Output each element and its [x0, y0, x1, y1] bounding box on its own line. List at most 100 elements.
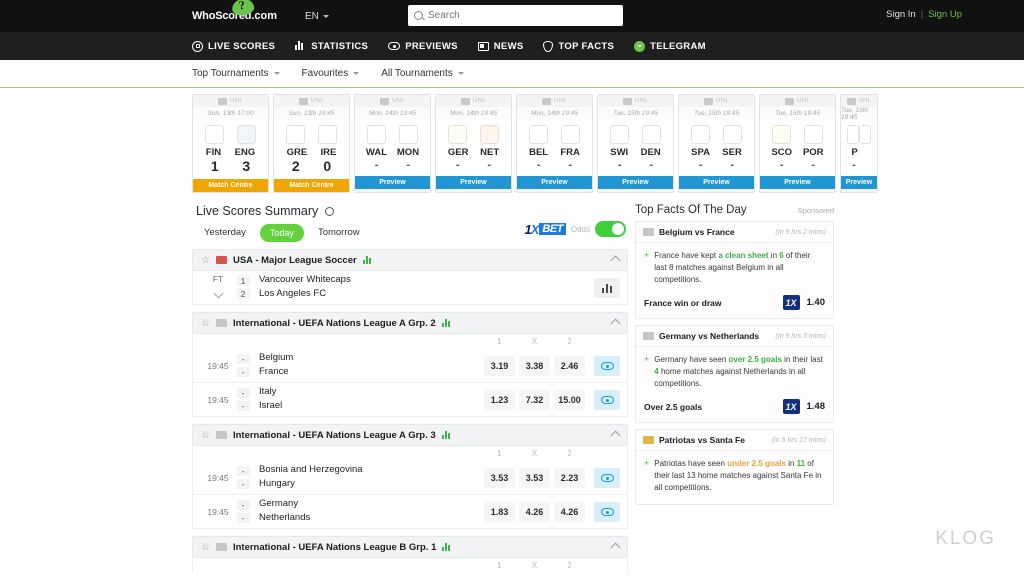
xbet-icon[interactable]: 1X: [783, 295, 800, 310]
gear-icon[interactable]: [325, 207, 334, 216]
match-scores: 12: [235, 276, 251, 299]
competition-icon: [704, 98, 713, 105]
top-fact-card[interactable]: Patriotas vs Santa Fe(In 5 hrs 17 mins)+…: [635, 429, 834, 505]
odds-cell[interactable]: 3.53: [517, 468, 552, 488]
match-card[interactable]: UNLMon, 14th 19:45WALMON--Preview: [354, 94, 431, 193]
league-header[interactable]: ☆International - UEFA Nations League A G…: [192, 424, 628, 446]
favourite-star-icon[interactable]: ☆: [201, 430, 210, 441]
subnav-item-favourites[interactable]: Favourites: [302, 68, 360, 79]
chevron-up-icon[interactable]: [611, 318, 621, 328]
table-row[interactable]: 19:45--GermanyNetherlands1.834.264.26: [192, 495, 628, 529]
top-fact-card[interactable]: Belgium vs France(In 5 hrs 2 mins)+Franc…: [635, 221, 834, 319]
odds-cell[interactable]: 3.53: [482, 468, 517, 488]
card-action-button[interactable]: Preview: [517, 176, 592, 189]
bar-chart-icon[interactable]: [442, 319, 450, 327]
card-teams: WALMON: [355, 144, 430, 158]
odds-cell[interactable]: 7.32: [517, 390, 552, 410]
chevron-up-icon[interactable]: [611, 542, 621, 552]
table-row[interactable]: 19:45--Bosnia and HerzegovinaHungary3.53…: [192, 461, 628, 495]
league-header[interactable]: ☆International - UEFA Nations League B G…: [192, 536, 628, 558]
site-logo[interactable]: WhoScored .com: [192, 10, 277, 22]
odds-cell[interactable]: 15.00: [552, 390, 587, 410]
language-selector[interactable]: EN: [305, 11, 329, 22]
tab-tomorrow[interactable]: Tomorrow: [308, 223, 370, 242]
odds-toggle[interactable]: [595, 221, 626, 237]
match-carousel[interactable]: UNLSun, 13th 17:00FINENG13Match Centre UN…: [0, 94, 1024, 198]
card-action-button[interactable]: Match Centre: [274, 179, 349, 192]
odds-cell[interactable]: 1.23: [482, 390, 517, 410]
nav-item-news[interactable]: NEWS: [478, 41, 524, 52]
table-row[interactable]: 19:45--ItalyIsrael1.237.3215.00: [192, 383, 628, 417]
favourite-star-icon[interactable]: ☆: [201, 542, 210, 553]
preview-button[interactable]: [594, 468, 620, 488]
match-card[interactable]: UNLMon, 14th 19:45BELFRA--Preview: [516, 94, 593, 193]
competition-label: UNL: [859, 98, 872, 104]
match-card[interactable]: UNLSun, 13th 17:00FINENG13Match Centre: [192, 94, 269, 193]
odds-column-header: 1X2: [192, 558, 628, 573]
news-icon: [478, 42, 489, 51]
card-competition: UNL: [436, 95, 511, 107]
nav-item-live-scores[interactable]: LIVE SCORES: [192, 41, 275, 52]
tab-today[interactable]: Today: [260, 224, 304, 242]
home-score: -: [618, 159, 622, 171]
nav-item-telegram[interactable]: TELEGRAM: [634, 41, 706, 52]
chevron-up-icon[interactable]: [611, 255, 621, 265]
nav-item-top-facts[interactable]: TOP FACTS: [543, 41, 614, 52]
search-input[interactable]: [428, 10, 617, 21]
card-action-button[interactable]: Preview: [355, 176, 430, 189]
odds-cell[interactable]: 4.26: [517, 502, 552, 522]
nav-item-statistics[interactable]: STATISTICS: [295, 41, 368, 52]
card-action-button[interactable]: Preview: [436, 176, 511, 189]
sign-in-link[interactable]: Sign In: [886, 9, 916, 20]
favourite-star-icon[interactable]: ☆: [201, 255, 210, 266]
card-action-button[interactable]: Preview: [679, 176, 754, 189]
match-card[interactable]: UNLTue, 15th 19:45SPASER--Preview: [678, 94, 755, 193]
bar-chart-icon[interactable]: [442, 543, 450, 551]
match-card[interactable]: UNLTue, 15th 19:45SWIDEN--Preview: [597, 94, 674, 193]
odds-cell[interactable]: 2.46: [552, 356, 587, 376]
odds-cell[interactable]: 2.23: [552, 468, 587, 488]
league-header[interactable]: ☆International - UEFA Nations League A G…: [192, 312, 628, 334]
countdown-label: (In 5 hrs 17 mins): [772, 437, 826, 444]
chevron-up-icon[interactable]: [611, 430, 621, 440]
odds-cell[interactable]: 1.83: [482, 502, 517, 522]
page-root: WhoScored .com EN Sign In | Sign Up LIVE…: [0, 0, 1024, 576]
search-box[interactable]: [408, 5, 623, 26]
match-card[interactable]: UNLMon, 14th 19:45GERNET--Preview: [435, 94, 512, 193]
match-card[interactable]: UNLSun, 13th 19:45GREIRE20Match Centre: [273, 94, 350, 193]
card-action-button[interactable]: Preview: [598, 176, 673, 189]
bar-chart-icon[interactable]: [442, 431, 450, 439]
card-scores: 20: [274, 158, 349, 176]
card-competition: UNL: [679, 95, 754, 107]
top-fact-card[interactable]: Germany vs Netherlands(In 5 hrs 3 mins)+…: [635, 325, 834, 423]
tab-yesterday[interactable]: Yesterday: [194, 223, 256, 242]
card-action-button[interactable]: Match Centre: [193, 179, 268, 192]
bar-chart-icon[interactable]: [363, 256, 371, 264]
match-card[interactable]: UNLTue, 15th 19:45P-Preview: [840, 94, 878, 193]
table-row[interactable]: FT12Vancouver WhitecapsLos Angeles FC: [192, 271, 628, 305]
card-date: Mon, 14th 19:45: [355, 107, 430, 120]
card-action-button[interactable]: Preview: [760, 176, 835, 189]
odds-cell[interactable]: 4.26: [552, 502, 587, 522]
stats-button[interactable]: [594, 278, 620, 298]
xbet-logo[interactable]: 1 X BET: [524, 222, 565, 237]
xbet-icon[interactable]: 1X: [783, 399, 800, 414]
odds-cell[interactable]: 3.19: [482, 356, 517, 376]
match-card[interactable]: UNLTue, 15th 19:45SCOPOR--Preview: [759, 94, 836, 193]
subnav-item-all-tournaments[interactable]: All Tournaments: [381, 68, 464, 79]
preview-button[interactable]: [594, 356, 620, 376]
chevron-down-icon[interactable]: [213, 288, 223, 298]
preview-button[interactable]: [594, 502, 620, 522]
table-row[interactable]: 19:45--BelgiumFrance3.193.382.46: [192, 349, 628, 383]
home-team-abbr: GER: [448, 147, 469, 158]
preview-button[interactable]: [594, 390, 620, 410]
odds-cell[interactable]: 3.38: [517, 356, 552, 376]
favourite-star-icon[interactable]: ☆: [201, 318, 210, 329]
subnav-item-top-tournaments[interactable]: Top Tournaments: [192, 68, 280, 79]
nav-item-previews[interactable]: PREVIEWS: [388, 41, 458, 52]
sign-up-link[interactable]: Sign Up: [928, 9, 962, 20]
league-header[interactable]: ☆USA - Major League Soccer: [192, 249, 628, 271]
competition-label: UNL: [473, 98, 486, 104]
card-action-button[interactable]: Preview: [841, 176, 877, 189]
away-team-name: Los Angeles FC: [259, 289, 482, 300]
